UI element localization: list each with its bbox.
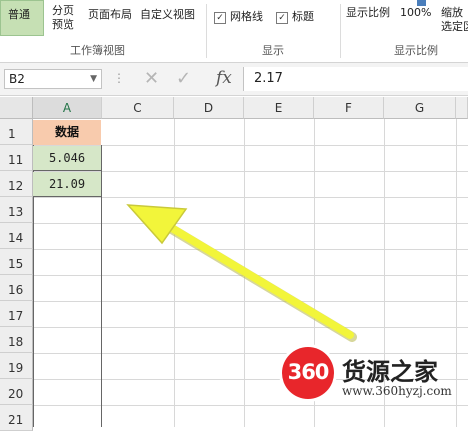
page-break-preview-label-1: 分页 — [52, 4, 74, 17]
formula-input[interactable]: 2.17 — [243, 67, 468, 91]
zoom-selection-label-2: 选定区 — [441, 20, 468, 33]
workbook-views-group-label: 工作簿视图 — [70, 44, 125, 57]
headings-label: 标题 — [292, 10, 314, 23]
gridlines-checkbox[interactable]: ✓ — [214, 12, 226, 24]
arrow-shaft — [161, 220, 354, 339]
headings-checkbox[interactable]: ✓ — [276, 12, 288, 24]
resize-handle-icon[interactable]: ⋮ — [113, 71, 125, 85]
zoom-selection-label-1: 缩放 — [441, 6, 463, 19]
gridlines-label: 网格线 — [230, 10, 263, 23]
zoom-button[interactable]: 显示比例 — [346, 6, 390, 20]
page-layout-button[interactable]: 页面布局 — [88, 8, 132, 22]
zoom-100-button[interactable]: 100% — [400, 6, 431, 20]
watermark-url: www.360hyzj.com — [342, 384, 452, 398]
watermark-logo-number: 360 — [287, 360, 330, 384]
watermark-logo: 360 — [282, 347, 334, 399]
ribbon-separator — [206, 4, 207, 58]
zoom-to-selection-button[interactable]: 缩放 选定区 — [441, 6, 468, 34]
ribbon-view-tab: 普通 分页 预览 页面布局 自定义视图 工作簿视图 ✓ 网格线 ✓ 标题 显示 … — [0, 0, 468, 63]
page-break-preview-label-2: 预览 — [52, 18, 74, 31]
page-break-preview-button[interactable]: 分页 预览 — [52, 4, 74, 32]
insert-function-icon[interactable]: fx — [216, 68, 232, 88]
zoom-group-label: 显示比例 — [394, 44, 438, 57]
ribbon-separator — [340, 4, 341, 58]
show-group-label: 显示 — [262, 44, 284, 57]
enter-icon[interactable]: ✓ — [176, 68, 191, 89]
cancel-icon[interactable]: ✕ — [144, 68, 159, 89]
custom-views-button[interactable]: 自定义视图 — [140, 8, 195, 22]
chevron-down-icon[interactable]: ▼ — [90, 70, 97, 88]
formula-bar: B2 ▼ ⋮ ✕ ✓ fx 2.17 — [0, 63, 468, 96]
normal-view-label: 普通 — [8, 8, 30, 21]
name-box-value: B2 — [9, 72, 25, 86]
name-box[interactable]: B2 ▼ — [4, 69, 102, 89]
zoom-selection-icon — [417, 0, 426, 6]
watermark-title: 货源之家 — [342, 358, 438, 386]
